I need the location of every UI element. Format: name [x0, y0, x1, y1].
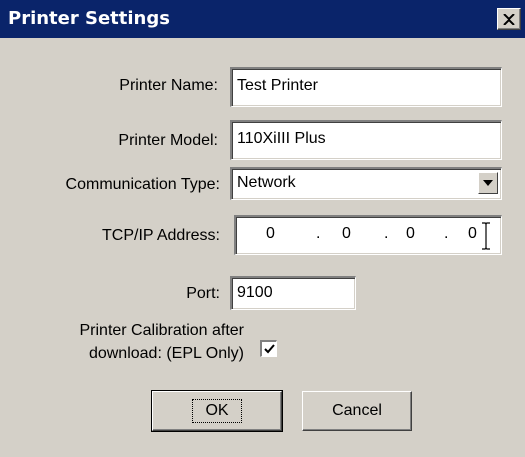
ip-separator-3: .	[444, 225, 449, 242]
chevron-down-icon	[483, 180, 493, 186]
port-value: 9100	[237, 284, 273, 301]
ip-separator-1: .	[316, 225, 321, 242]
port-input[interactable]: 9100	[230, 276, 356, 310]
communication-type-value: Network	[237, 174, 296, 191]
printer-settings-dialog: Printer Settings Printer Name: Test Prin…	[0, 0, 525, 457]
tcp-ip-address-label: TCP/IP Address:	[102, 227, 220, 244]
printer-name-input[interactable]: Test Printer	[230, 67, 502, 107]
tcp-ip-address-input[interactable]: 0 . 0 . 0 . 0	[234, 215, 502, 255]
cancel-button-label: Cancel	[332, 402, 382, 419]
printer-model-input[interactable]: 110XiIII Plus	[230, 120, 502, 160]
cancel-button[interactable]: Cancel	[302, 391, 412, 431]
checkmark-icon	[263, 344, 275, 354]
close-icon	[503, 13, 515, 25]
title-bar[interactable]: Printer Settings	[0, 0, 525, 38]
ip-separator-2: .	[384, 225, 389, 242]
calibration-label-line1: Printer Calibration after	[79, 322, 244, 339]
printer-model-value: 110XiIII Plus	[237, 130, 326, 147]
calibration-checkbox[interactable]	[260, 340, 277, 357]
text-cursor-icon	[482, 222, 490, 250]
communication-type-select[interactable]: Network	[230, 167, 502, 200]
ip-octet-1[interactable]: 0	[266, 225, 275, 243]
close-button[interactable]	[497, 8, 521, 30]
port-label: Port:	[186, 285, 220, 302]
printer-name-value: Test Printer	[237, 77, 318, 94]
printer-model-label: Printer Model:	[118, 132, 218, 149]
calibration-label-line2: download: (EPL Only)	[88, 345, 244, 362]
communication-type-label: Communication Type:	[65, 176, 220, 193]
ip-octet-4[interactable]: 0	[468, 225, 477, 243]
ok-button[interactable]: OK	[151, 390, 283, 432]
ip-octet-3[interactable]: 0	[406, 225, 415, 243]
ip-octet-2[interactable]: 0	[342, 225, 351, 243]
ok-button-label: OK	[192, 399, 242, 423]
dialog-title: Printer Settings	[8, 8, 170, 29]
printer-name-label: Printer Name:	[119, 77, 218, 94]
dropdown-button[interactable]	[478, 172, 498, 194]
